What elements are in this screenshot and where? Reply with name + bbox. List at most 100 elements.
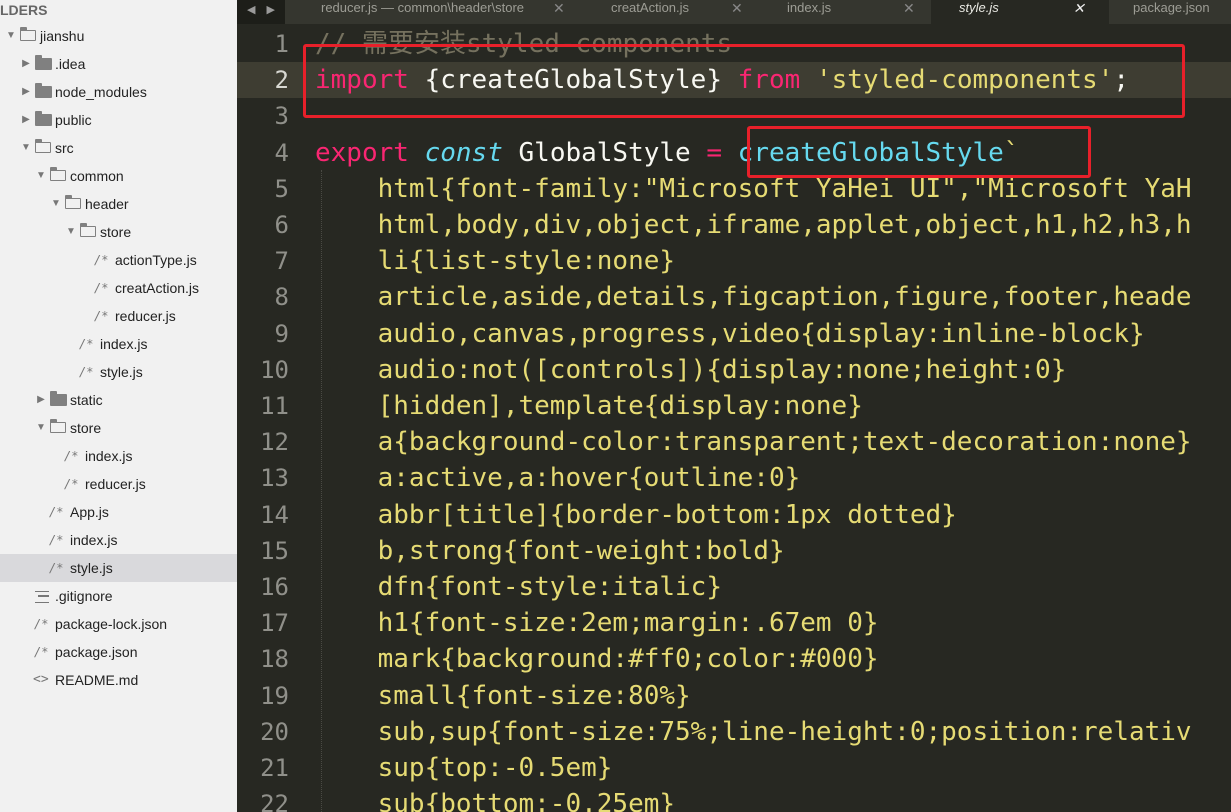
sidebar-item-style-js[interactable]: /* style.js (0, 554, 237, 582)
code-line[interactable]: h1{font-size:2em;margin:.67em 0} (315, 605, 879, 641)
sidebar-item-header[interactable]: ▼ header (0, 190, 237, 218)
code-line[interactable]: sup{top:-0.5em} (315, 750, 613, 786)
sidebar-item-actiontype-js[interactable]: /* actionType.js (0, 246, 237, 274)
folder-open-icon (48, 162, 70, 190)
line-number: 2 (274, 66, 289, 94)
code-line[interactable]: sub{bottom:-0.25em} (315, 786, 675, 812)
folder-shape (49, 166, 66, 181)
line-number: 19 (260, 682, 289, 710)
line-number: 11 (260, 392, 289, 420)
line-number: 20 (260, 718, 289, 746)
tab-index-js[interactable]: index.js ✕ (759, 0, 931, 24)
sidebar-item-reducer-js[interactable]: /* reducer.js (0, 470, 237, 498)
close-icon[interactable]: ✕ (553, 0, 565, 16)
sidebar-item-label: reducer.js (115, 308, 176, 324)
sidebar-item-common[interactable]: ▼ common (0, 162, 237, 190)
sidebar-item-label: index.js (85, 448, 133, 464)
comment-glyph: /* (79, 337, 94, 351)
code-line[interactable]: abbr[title]{border-bottom:1px dotted} (315, 497, 957, 533)
js-file-icon: /* (93, 274, 115, 302)
comment-glyph: /* (64, 449, 79, 463)
chevron-right-icon[interactable]: ▶ (34, 386, 48, 414)
code-line[interactable]: a:active,a:hover{outline:0} (315, 460, 801, 496)
comment-glyph: /* (49, 505, 64, 519)
sidebar-item-static[interactable]: ▶ static (0, 386, 237, 414)
sidebar-item-idea[interactable]: ▶ .idea (0, 50, 237, 78)
sidebar-item-label: package.json (55, 644, 138, 660)
tab-style-js[interactable]: style.js ✕ (931, 0, 1109, 24)
folder-shape (50, 391, 67, 406)
sidebar-item-index-js[interactable]: /* index.js (0, 526, 237, 554)
sidebar-item-app-js[interactable]: /* App.js (0, 498, 237, 526)
code-line[interactable]: li{list-style:none} (315, 243, 675, 279)
sidebar-item-package-json[interactable]: /* package.json (0, 638, 237, 666)
code-line[interactable]: sub,sup{font-size:75%;line-height:0;posi… (315, 714, 1192, 750)
close-icon[interactable]: ✕ (903, 0, 915, 16)
line-number: 6 (274, 211, 289, 239)
sidebar-item-index-js[interactable]: /* index.js (0, 330, 237, 358)
sidebar-item-label: jianshu (40, 28, 85, 44)
tab-package-json[interactable]: package.json (1109, 0, 1231, 24)
sidebar-item-src[interactable]: ▼ src (0, 134, 237, 162)
folder-open-icon (78, 218, 100, 246)
code-line[interactable]: a{background-color:transparent;text-deco… (315, 424, 1192, 460)
tab-nav-arrows[interactable]: ◀ ▶ (247, 0, 279, 24)
line-number: 8 (274, 283, 289, 311)
chevron-down-icon[interactable]: ▼ (49, 190, 63, 218)
sidebar-item-label: header (85, 196, 129, 212)
code-line[interactable]: audio:not([controls]){display:none;heigh… (315, 352, 1067, 388)
sidebar-item-jianshu[interactable]: ▼ jianshu (0, 22, 237, 50)
lines-glyph (35, 591, 49, 603)
code-line[interactable]: [hidden],template{display:none} (315, 388, 863, 424)
sidebar-item-public[interactable]: ▶ public (0, 106, 237, 134)
text-file-icon (33, 582, 55, 610)
js-file-icon: /* (63, 470, 85, 498)
sidebar-item-label: node_modules (55, 84, 147, 100)
chevron-down-icon[interactable]: ▼ (64, 218, 78, 246)
chevron-right-icon[interactable]: ▶ (19, 106, 33, 134)
chevron-down-icon[interactable]: ▼ (34, 414, 48, 442)
tab-creataction-js[interactable]: creatAction.js ✕ (581, 0, 759, 24)
tab-reducer-js[interactable]: reducer.js — common\header\store ✕ (285, 0, 581, 24)
sidebar-item-store[interactable]: ▼ store (0, 218, 237, 246)
code-line[interactable]: b,strong{font-weight:bold} (315, 533, 785, 569)
folder-icon (33, 78, 55, 106)
sidebar-item-label: creatAction.js (115, 280, 200, 296)
sidebar-item-index-js[interactable]: /* index.js (0, 442, 237, 470)
chevron-down-icon[interactable]: ▼ (19, 134, 33, 162)
code-line[interactable]: audio,canvas,progress,video{display:inli… (315, 316, 1145, 352)
folder-shape (49, 418, 66, 433)
sidebar-item-label: README.md (55, 672, 139, 688)
sidebar-item-node-modules[interactable]: ▶ node_modules (0, 78, 237, 106)
comment-glyph: /* (79, 365, 94, 379)
comment-glyph: /* (94, 309, 109, 323)
chevron-down-icon[interactable]: ▼ (34, 162, 48, 190)
code-line[interactable]: article,aside,details,figcaption,figure,… (315, 279, 1192, 315)
sidebar-item-style-js[interactable]: /* style.js (0, 358, 237, 386)
chevron-right-icon[interactable]: ▶ (19, 50, 33, 78)
tab-label: creatAction.js (611, 0, 690, 15)
sidebar-item-label: style.js (70, 560, 113, 576)
sidebar-item-package-lock-json[interactable]: /* package-lock.json (0, 610, 237, 638)
annotation-box-import (303, 44, 1185, 118)
code-line[interactable]: mark{background:#ff0;color:#000} (315, 641, 879, 677)
code-line[interactable]: dfn{font-style:italic} (315, 569, 722, 605)
close-icon[interactable]: ✕ (731, 0, 743, 16)
code-line[interactable]: small{font-size:80%} (315, 678, 691, 714)
sidebar-item-creataction-js[interactable]: /* creatAction.js (0, 274, 237, 302)
sidebar-item-reducer-js[interactable]: /* reducer.js (0, 302, 237, 330)
chevron-down-icon[interactable]: ▼ (4, 22, 18, 50)
close-icon[interactable]: ✕ (1073, 0, 1085, 16)
sidebar-item-readme-md[interactable]: <> README.md (0, 666, 237, 694)
folder-shape (34, 138, 51, 153)
sidebar-item-store[interactable]: ▼ store (0, 414, 237, 442)
sidebar-item-label: public (55, 112, 92, 128)
code-editor[interactable]: 1 2 3 4 5 6 7 8 9 10 11 12 13 14 15 16 17 18 19 20 21 22 // 需… (237, 24, 1231, 812)
chevron-right-icon[interactable]: ▶ (19, 78, 33, 106)
sidebar-item-gitignore[interactable]: .gitignore (0, 582, 237, 610)
sidebar-item-label: reducer.js (85, 476, 146, 492)
sidebar-item-label: style.js (100, 364, 143, 380)
comment-glyph: /* (34, 617, 49, 631)
sidebar-item-label: store (70, 420, 102, 436)
code-line[interactable]: html,body,div,object,iframe,applet,objec… (315, 207, 1192, 243)
